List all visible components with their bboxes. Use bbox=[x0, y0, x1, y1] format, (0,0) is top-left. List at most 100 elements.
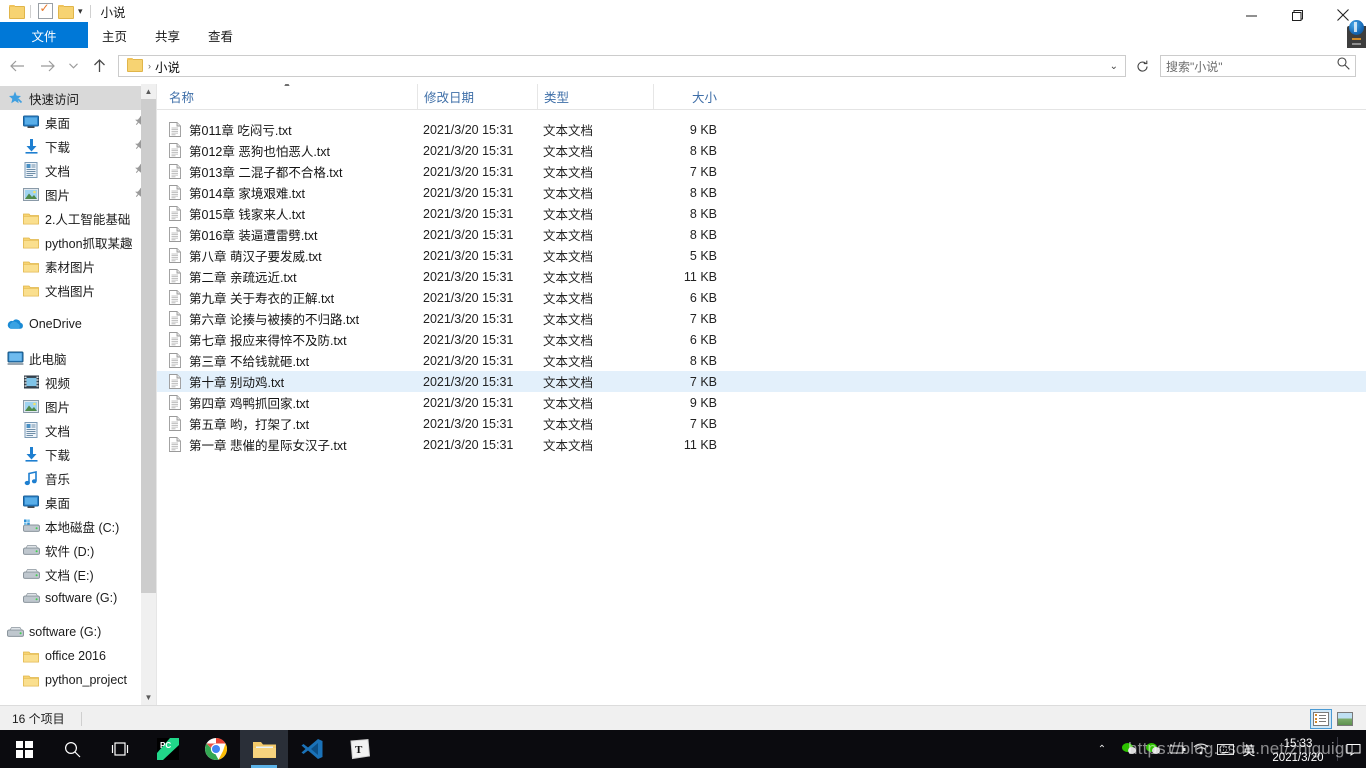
taskbar-vscode[interactable] bbox=[288, 730, 336, 768]
tab-view[interactable]: 查看 bbox=[194, 22, 247, 48]
sidebar-item-8[interactable]: 文档图片 bbox=[0, 278, 156, 302]
sidebar-item-3[interactable]: 文档 bbox=[0, 158, 156, 182]
table-row[interactable]: 第八章 萌汉子要发威.txt 2021/3/20 15:31 文本文档 5 KB bbox=[157, 245, 1366, 266]
taskbar-pycharm[interactable]: PC bbox=[144, 730, 192, 768]
sidebar-item-20[interactable]: 软件 (D:) bbox=[0, 538, 156, 562]
taskbar-typora[interactable]: T bbox=[336, 730, 384, 768]
table-row[interactable]: 第五章 哟，打架了.txt 2021/3/20 15:31 文本文档 7 KB bbox=[157, 413, 1366, 434]
sidebar-item-6[interactable]: python抓取某趣 bbox=[0, 230, 156, 254]
details-view-button[interactable] bbox=[1310, 708, 1332, 729]
table-row[interactable]: 第二章 亲疏远近.txt 2021/3/20 15:31 文本文档 11 KB bbox=[157, 266, 1366, 287]
sidebar-item-18[interactable]: 桌面 bbox=[0, 490, 156, 514]
sidebar-item-14[interactable]: 图片 bbox=[0, 394, 156, 418]
sidebar-item-5[interactable]: 2.人工智能基础 bbox=[0, 206, 156, 230]
address-input[interactable]: › 小说 ⌄ bbox=[118, 55, 1126, 77]
folder-icon bbox=[23, 213, 39, 224]
task-view-icon bbox=[111, 742, 129, 756]
sidebar-item-15[interactable]: 文档 bbox=[0, 418, 156, 442]
tab-file[interactable]: 文件 bbox=[0, 22, 88, 48]
sidebar-item-0[interactable]: 快速访问 bbox=[0, 86, 156, 110]
taskbar-file-explorer[interactable] bbox=[240, 730, 288, 768]
up-button[interactable] bbox=[86, 53, 112, 79]
sidebar-item-16[interactable]: 下载 bbox=[0, 442, 156, 466]
start-button[interactable] bbox=[0, 730, 48, 768]
sidebar-item-24[interactable]: software (G:) bbox=[0, 620, 156, 644]
table-row[interactable]: 第013章 二混子都不合格.txt 2021/3/20 15:31 文本文档 7 KB bbox=[157, 161, 1366, 182]
battery-icon[interactable] bbox=[1165, 744, 1189, 755]
sidebar-item-1[interactable]: 桌面 bbox=[0, 110, 156, 134]
file-name-cell: 第016章 装逼遭雷劈.txt bbox=[157, 225, 417, 244]
sidebar-item-label: 下载 bbox=[45, 140, 71, 155]
chevron-down-icon[interactable]: ▾ bbox=[75, 6, 86, 16]
table-row[interactable]: 第012章 恶狗也怕恶人.txt 2021/3/20 15:31 文本文档 8 KB bbox=[157, 140, 1366, 161]
sidebar-item-7[interactable]: 素材图片 bbox=[0, 254, 156, 278]
this-pc-icon bbox=[6, 349, 24, 367]
clock[interactable]: 15:33 2021/3/20 bbox=[1261, 733, 1335, 765]
column-header-name[interactable]: ▲ 名称 bbox=[157, 84, 417, 109]
table-row[interactable]: 第九章 关于寿衣的正解.txt 2021/3/20 15:31 文本文档 6 KB bbox=[157, 287, 1366, 308]
scrollbar-thumb[interactable] bbox=[141, 99, 156, 593]
table-row[interactable]: 第四章 鸡鸭抓回家.txt 2021/3/20 15:31 文本文档 9 KB bbox=[157, 392, 1366, 413]
back-button[interactable] bbox=[4, 53, 30, 79]
sidebar-item-13[interactable]: 视频 bbox=[0, 370, 156, 394]
action-center-button[interactable] bbox=[1340, 743, 1366, 756]
refresh-button[interactable] bbox=[1130, 55, 1154, 77]
chevron-down-icon[interactable]: ⌄ bbox=[1110, 61, 1121, 72]
tab-home[interactable]: 主页 bbox=[88, 22, 141, 48]
breadcrumb[interactable]: 小说 bbox=[155, 57, 180, 76]
tab-share[interactable]: 共享 bbox=[141, 22, 194, 48]
sidebar-item-2[interactable]: 下载 bbox=[0, 134, 156, 158]
properties-checkbox-icon[interactable] bbox=[35, 1, 55, 21]
sidebar-item-12[interactable]: 此电脑 bbox=[0, 346, 156, 370]
keyboard-icon[interactable] bbox=[1213, 743, 1237, 755]
file-size-cell: 7 KB bbox=[689, 311, 717, 326]
forward-button[interactable] bbox=[34, 53, 60, 79]
table-row[interactable]: 第015章 钱家来人.txt 2021/3/20 15:31 文本文档 8 KB bbox=[157, 203, 1366, 224]
table-row[interactable]: 第014章 家境艰难.txt 2021/3/20 15:31 文本文档 8 KB bbox=[157, 182, 1366, 203]
sidebar-item-22[interactable]: software (G:) bbox=[0, 586, 156, 610]
file-type-cell: 文本文档 bbox=[543, 229, 594, 243]
taskbar-chrome[interactable] bbox=[192, 730, 240, 768]
wechat-icon[interactable] bbox=[1117, 742, 1141, 756]
table-row[interactable]: 第六章 论揍与被揍的不归路.txt 2021/3/20 15:31 文本文档 7 KB bbox=[157, 308, 1366, 329]
sidebar-item-26[interactable]: python_project bbox=[0, 668, 156, 692]
tray-overflow-chevron-up-icon[interactable]: ⌃ bbox=[1087, 744, 1117, 755]
task-view-button[interactable] bbox=[96, 730, 144, 768]
sidebar-item-21[interactable]: 文档 (E:) bbox=[0, 562, 156, 586]
ime-indicator[interactable]: 英 bbox=[1237, 740, 1261, 759]
text-document-icon bbox=[169, 122, 181, 137]
large-icons-view-button[interactable] bbox=[1334, 709, 1356, 729]
table-row[interactable]: 第三章 不给钱就砸.txt 2021/3/20 15:31 文本文档 8 KB bbox=[157, 350, 1366, 371]
table-row[interactable]: 第十章 别动鸡.txt 2021/3/20 15:31 文本文档 7 KB bbox=[157, 371, 1366, 392]
sidebar-item-10[interactable]: OneDrive bbox=[0, 312, 156, 336]
window-title: 小说 bbox=[100, 5, 126, 20]
sidebar-item-25[interactable]: office 2016 bbox=[0, 644, 156, 668]
table-row[interactable]: 第一章 悲催的星际女汉子.txt 2021/3/20 15:31 文本文档 11 KB bbox=[157, 434, 1366, 455]
column-header-type[interactable]: 类型 bbox=[537, 84, 653, 109]
file-type-cell: 文本文档 bbox=[543, 418, 594, 432]
wifi-icon[interactable] bbox=[1189, 743, 1213, 755]
chevron-up-icon[interactable]: ▲ bbox=[141, 84, 156, 99]
new-folder-icon[interactable] bbox=[55, 1, 75, 21]
file-name-label: 第011章 吃闷亏.txt bbox=[189, 124, 292, 138]
folder-icon[interactable] bbox=[6, 1, 26, 21]
sidebar-item-17[interactable]: 音乐 bbox=[0, 466, 156, 490]
pictures-icon bbox=[23, 187, 39, 201]
sidebar-item-4[interactable]: 图片 bbox=[0, 182, 156, 206]
chevron-down-icon[interactable]: ▼ bbox=[141, 690, 156, 705]
column-header-date[interactable]: 修改日期 bbox=[417, 84, 537, 109]
recent-locations-button[interactable] bbox=[64, 53, 82, 79]
table-row[interactable]: 第016章 装逼遭雷劈.txt 2021/3/20 15:31 文本文档 8 KB bbox=[157, 224, 1366, 245]
sidebar-scrollbar[interactable]: ▲ ▼ bbox=[141, 84, 156, 705]
onedrive-icon bbox=[7, 319, 23, 329]
sidebar-item-19[interactable]: 本地磁盘 (C:) bbox=[0, 514, 156, 538]
search-input[interactable]: 搜索"小说" bbox=[1160, 55, 1356, 77]
text-document-icon bbox=[169, 353, 181, 368]
table-row[interactable]: 第011章 吃闷亏.txt 2021/3/20 15:31 文本文档 9 KB bbox=[157, 119, 1366, 140]
breadcrumb-separator: › bbox=[148, 61, 151, 71]
search-button[interactable] bbox=[48, 730, 96, 768]
table-row[interactable]: 第七章 报应来得悴不及防.txt 2021/3/20 15:31 文本文档 6 KB bbox=[157, 329, 1366, 350]
wechat-icon[interactable] bbox=[1141, 742, 1165, 756]
column-header-size[interactable]: 大小 bbox=[653, 84, 727, 109]
search-icon[interactable] bbox=[1337, 57, 1350, 75]
